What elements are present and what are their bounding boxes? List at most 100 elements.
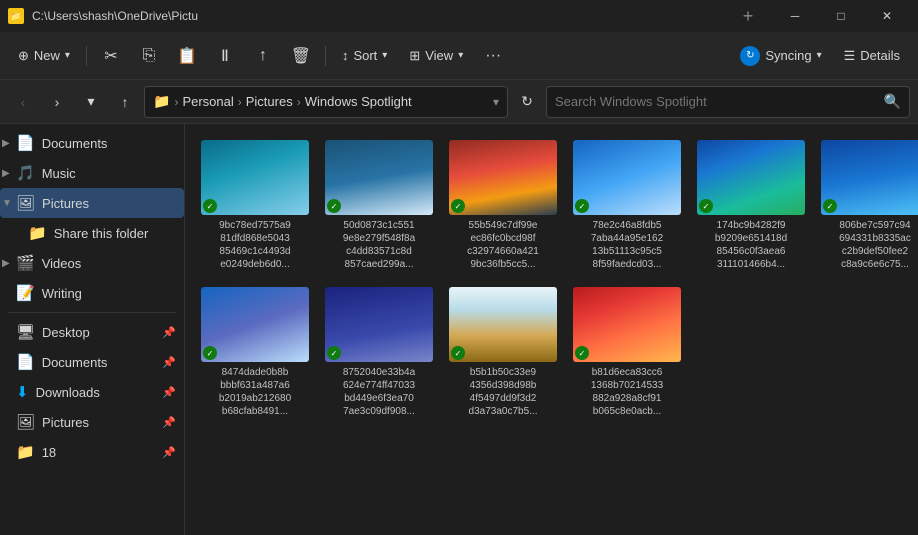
back-button[interactable]: ‹ [8, 87, 38, 117]
file-item-3[interactable]: ✓55b549c7df99e ec86fc0bcd98f c32974660a4… [445, 136, 561, 275]
sidebar-divider [8, 312, 176, 313]
file-item-8[interactable]: ✓8474dade0b8b bbbf631a487a6 b2019ab21268… [197, 283, 313, 422]
file-item-5[interactable]: ✓174bc9b4282f9 b9209e651418d 85456c0f3ae… [693, 136, 809, 275]
view-chevron-icon: ▾ [458, 50, 463, 61]
sort-button[interactable]: ↕ Sort ▾ [332, 38, 397, 74]
file-thumbnail-5: ✓ [697, 140, 805, 215]
documents-icon: 📄 [16, 134, 35, 152]
folder-18-icon: 📁 [16, 443, 35, 461]
sidebar-item-downloads[interactable]: ⬇ Downloads 📌 [0, 377, 184, 407]
file-thumbnail-2: ✓ [325, 140, 433, 215]
file-name-8: 8474dade0b8b bbbf631a487a6 b2019ab212680… [219, 366, 291, 418]
share-button[interactable]: ↑ [245, 38, 281, 74]
copy-button[interactable]: ⎘ [131, 38, 167, 74]
file-item-10[interactable]: ✓ b5b1b50c33e9 4356d398d98b 4f5497dd9f3d2… [445, 283, 561, 422]
expand-icon: ▶ [2, 168, 10, 179]
maximize-button[interactable]: □ [818, 0, 864, 32]
file-item-9[interactable]: ✓8752040e33b4a 624e774ff47033 bd449e6f3e… [321, 283, 437, 422]
breadcrumb-personal[interactable]: Personal [182, 94, 233, 109]
file-item-4[interactable]: ✓78e2c46a8fdb5 7aba44a95e162 13b51113c95… [569, 136, 685, 275]
share-folder-icon: 📁 [28, 224, 47, 242]
sync-badge-8: ✓ [203, 346, 217, 360]
breadcrumb[interactable]: 📁 › Personal › Pictures › Windows Spotli… [144, 86, 508, 118]
file-thumbnail-3: ✓ [449, 140, 557, 215]
more-button[interactable]: ··· [475, 38, 511, 74]
new-icon: ⊕ [18, 48, 29, 64]
file-thumbnail-10: ✓ [449, 287, 557, 362]
sidebar-item-writing[interactable]: 📝 Writing [0, 278, 184, 308]
sync-badge-3: ✓ [451, 199, 465, 213]
breadcrumb-sep-1: › [174, 95, 178, 109]
view-button[interactable]: ⊞ View ▾ [399, 38, 473, 74]
sidebar-item-share-folder[interactable]: 📁 Share this folder [0, 218, 184, 248]
up-button[interactable]: ↑ [110, 87, 140, 117]
app-icon: 📁 [8, 8, 24, 24]
writing-icon: 📝 [16, 284, 35, 302]
downloads-icon: ⬇ [16, 383, 29, 401]
toolbar-separator-1 [86, 46, 87, 66]
details-icon: ☰ [844, 48, 856, 64]
syncing-chevron-icon: ▾ [817, 50, 822, 61]
file-name-2: 50d0873c1c551 9e8e279f548f8a c4dd83571c8… [343, 219, 415, 271]
file-item-2[interactable]: ✓50d0873c1c551 9e8e279f548f8a c4dd83571c… [321, 136, 437, 275]
paste-button[interactable]: 📋 [169, 38, 205, 74]
recent-button[interactable]: ▾ [76, 87, 106, 117]
documents-icon-2: 📄 [16, 353, 35, 371]
videos-icon: 🎬 [16, 254, 35, 272]
delete-button[interactable]: 🗑 [283, 38, 319, 74]
sync-badge-5: ✓ [699, 199, 713, 213]
sidebar-item-videos[interactable]: ▶ 🎬 Videos [0, 248, 184, 278]
minimize-button[interactable]: ─ [772, 0, 818, 32]
pin-icon-3: 📌 [162, 386, 176, 399]
pin-icon-5: 📌 [162, 446, 176, 459]
search-input[interactable] [555, 94, 878, 109]
sidebar-item-18[interactable]: 📁 18 📌 [0, 437, 184, 467]
desktop-icon: 🖥 [16, 323, 35, 341]
breadcrumb-spotlight[interactable]: Windows Spotlight [305, 94, 412, 109]
sidebar-item-pictures-bot[interactable]: 🖼 Pictures 📌 [0, 407, 184, 437]
refresh-button[interactable]: ↻ [512, 87, 542, 117]
search-bar[interactable]: 🔍 [546, 86, 910, 118]
file-name-5: 174bc9b4282f9 b9209e651418d 85456c0f3aea… [715, 219, 787, 271]
details-button[interactable]: ☰ Details [834, 38, 910, 74]
file-thumbnail-1: ✓ [201, 140, 309, 215]
sidebar-item-pictures[interactable]: ▼ 🖼 Pictures [0, 188, 184, 218]
file-name-11: b81d6eca83cc6 1368b70214533 882a928a8cf9… [591, 366, 663, 418]
file-name-9: 8752040e33b4a 624e774ff47033 bd449e6f3ea… [343, 366, 415, 418]
expand-icon: ▶ [2, 138, 10, 149]
syncing-button[interactable]: ↻ Syncing ▾ [730, 38, 831, 74]
pin-icon: 📌 [162, 326, 176, 339]
breadcrumb-sep-3: › [297, 95, 301, 109]
forward-button[interactable]: › [42, 87, 72, 117]
expand-icon: ▼ [2, 198, 12, 209]
content-area: ✓9bc78ed7575a9 81dfd868e5043 85469c1c449… [185, 124, 918, 535]
breadcrumb-pictures[interactable]: Pictures [246, 94, 293, 109]
sidebar-item-desktop[interactable]: 🖥 Desktop 📌 [0, 317, 184, 347]
sidebar-item-documents-top[interactable]: ▶ 📄 Documents [0, 128, 184, 158]
file-item-6[interactable]: ✓806be7c597c94 694331b8335ac c2b9def50fe… [817, 136, 918, 275]
new-tab-button[interactable]: + [732, 0, 764, 32]
pin-icon-4: 📌 [162, 416, 176, 429]
toolbar: ⊕ New ▾ ✂ ⎘ 📋 Ⅱ ↑ 🗑 ↕ Sort ▾ ⊞ View ▾ ··… [0, 32, 918, 80]
sidebar-item-music[interactable]: ▶ 🎵 Music [0, 158, 184, 188]
file-item-1[interactable]: ✓9bc78ed7575a9 81dfd868e5043 85469c1c449… [197, 136, 313, 275]
sidebar-item-documents-bot[interactable]: 📄 Documents 📌 [0, 347, 184, 377]
new-button[interactable]: ⊕ New ▾ [8, 38, 80, 74]
file-name-10: b5b1b50c33e9 4356d398d98b 4f5497dd9f3d2 … [469, 366, 538, 418]
breadcrumb-folder-icon: 📁 [153, 93, 170, 110]
title-bar: 📁 C:\Users\shash\OneDrive\Pictu + ─ □ ✕ [0, 0, 918, 32]
sync-badge-10: ✓ [451, 346, 465, 360]
pictures-icon: 🖼 [16, 194, 35, 212]
close-button[interactable]: ✕ [864, 0, 910, 32]
cut-button[interactable]: ✂ [93, 38, 129, 74]
sidebar: ▶ 📄 Documents ▶ 🎵 Music ▼ 🖼 Pictures 📁 S… [0, 124, 185, 535]
file-thumbnail-8: ✓ [201, 287, 309, 362]
rename-button[interactable]: Ⅱ [207, 38, 243, 74]
sort-chevron-icon: ▾ [382, 50, 387, 61]
sort-icon: ↕ [342, 48, 349, 63]
view-icon: ⊞ [409, 48, 420, 64]
breadcrumb-dropdown-icon[interactable]: ▾ [493, 95, 499, 109]
file-name-4: 78e2c46a8fdb5 7aba44a95e162 13b51113c95c… [591, 219, 663, 271]
file-item-11[interactable]: ✓b81d6eca83cc6 1368b70214533 882a928a8cf… [569, 283, 685, 422]
address-bar: ‹ › ▾ ↑ 📁 › Personal › Pictures › Window… [0, 80, 918, 124]
